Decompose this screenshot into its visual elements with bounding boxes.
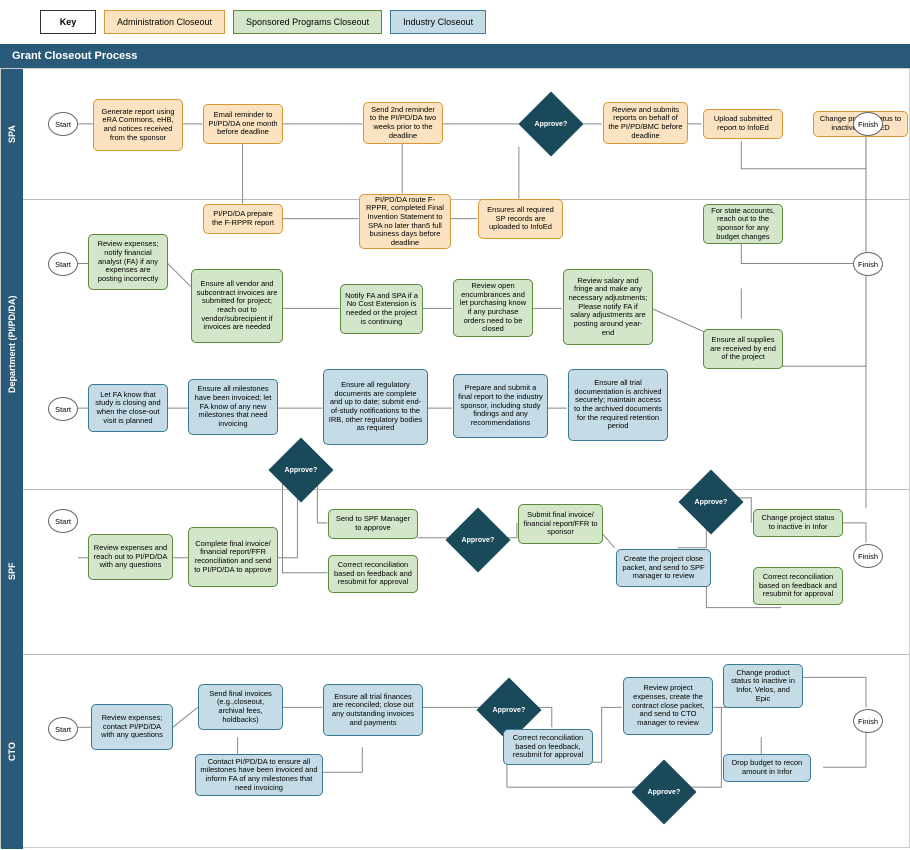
finish-terminal: Finish (853, 112, 883, 136)
dept-milestones: Ensure all milestones have been invoiced… (188, 379, 278, 435)
spf-send-manager: Send to SPF Manager to approve (328, 509, 418, 539)
start-terminal: Start (48, 252, 78, 276)
cto-contact-pi: Contact PI/PD/DA to ensure all milestone… (195, 754, 323, 796)
legend-industry: Industry Closeout (390, 10, 486, 34)
lane-label-dept: Department (PI/PD/DA) (1, 199, 23, 489)
spf-review-expenses: Review expenses and reach out to PI/PD/D… (88, 534, 173, 580)
dept-regulatory: Ensure all regulatory documents are comp… (323, 369, 428, 445)
cto-approve-2: Approve? (631, 759, 696, 824)
legend-key: Key (40, 10, 96, 34)
dept-supplies: Ensure all supplies are received by end … (703, 329, 783, 369)
spa-email-reminder: Email reminder to PI/PD/DA one month bef… (203, 104, 283, 144)
spf-approve-3: Approve? (678, 469, 743, 534)
spf-change-status: Change project status to inactive in Inf… (753, 509, 843, 537)
spa-prepare-frppr: PI/PD/DA prepare the F-RPPR report (203, 204, 283, 234)
finish-terminal: Finish (853, 709, 883, 733)
dept-review-expenses: Review expenses; notify financial analys… (88, 234, 168, 290)
dept-study-closing: Let FA know that study is closing and wh… (88, 384, 168, 432)
spf-close-packet: Create the project close packet, and sen… (616, 549, 711, 587)
cto-correct: Correct reconciliation based on feedback… (503, 729, 593, 765)
finish-terminal: Finish (853, 544, 883, 568)
start-terminal: Start (48, 112, 78, 136)
legend: Key Administration Closeout Sponsored Pr… (0, 0, 910, 44)
lane-label-cto: CTO (1, 654, 23, 849)
cto-send-invoices: Send final invoices (e.g.,closeout, arch… (198, 684, 283, 730)
title-bar: Grant Closeout Process (0, 44, 910, 68)
spa-approve-decision: Approve? (518, 91, 583, 156)
spf-approve-2: Approve? (445, 507, 510, 572)
spa-ensure-records: Ensures all required SP records are uplo… (478, 199, 563, 239)
legend-sponsored: Sponsored Programs Closeout (233, 10, 382, 34)
cto-reconcile: Ensure all trial finances are reconciled… (323, 684, 423, 736)
dept-archive: Ensure all trial documentation is archiv… (568, 369, 668, 441)
cto-drop-budget: Drop budget to recon amount in Infor (723, 754, 811, 782)
spa-generate-report: Generate report using eRA Commons, eHB, … (93, 99, 183, 151)
dept-final-report: Prepare and submit a final report to the… (453, 374, 548, 438)
dept-notify-nce: Notify FA and SPA if a No Cost Extension… (340, 284, 423, 334)
start-terminal: Start (48, 509, 78, 533)
dept-salary-fringe: Review salary and fringe and make any ne… (563, 269, 653, 345)
finish-terminal: Finish (853, 252, 883, 276)
spf-correct-2: Correct reconciliation based on feedback… (753, 567, 843, 605)
spa-review-submits: Review and submits reports on behalf of … (603, 102, 688, 144)
lane-label-spf: SPF (1, 489, 23, 654)
start-terminal: Start (48, 397, 78, 421)
dept-vendor-invoices: Ensure all vendor and subcontract invoic… (191, 269, 283, 343)
dept-state-accounts: For state accounts, reach out to the spo… (703, 204, 783, 244)
flowchart: SPA Department (PI/PD/DA) SPF CTO (0, 68, 910, 848)
start-terminal: Start (48, 717, 78, 741)
dept-encumbrances: Review open encumbrances and let purchas… (453, 279, 533, 337)
spf-final-invoice: Complete final invoice/ financial report… (188, 527, 278, 587)
spa-upload-infoed: Upload submitted report to InfoEd (703, 109, 783, 139)
spf-correct-1: Correct reconciliation based on feedback… (328, 555, 418, 593)
spa-route-frppr: PI/PD/DA route F-RPPR, completed Final I… (359, 194, 451, 249)
cto-review-expenses: Review expenses; contact PI/PD/DA with a… (91, 704, 173, 750)
spf-submit-sponsor: Submit final invoice/ financial report/F… (518, 504, 603, 544)
lane-label-spa: SPA (1, 69, 23, 199)
spa-2nd-reminder: Send 2nd reminder to the PI/PD/DA two we… (363, 102, 443, 144)
cto-change-status: Change product status to inactive in Inf… (723, 664, 803, 708)
legend-admin: Administration Closeout (104, 10, 225, 34)
cto-close-packet: Review project expenses, create the cont… (623, 677, 713, 735)
spf-approve-1: Approve? (268, 437, 333, 502)
